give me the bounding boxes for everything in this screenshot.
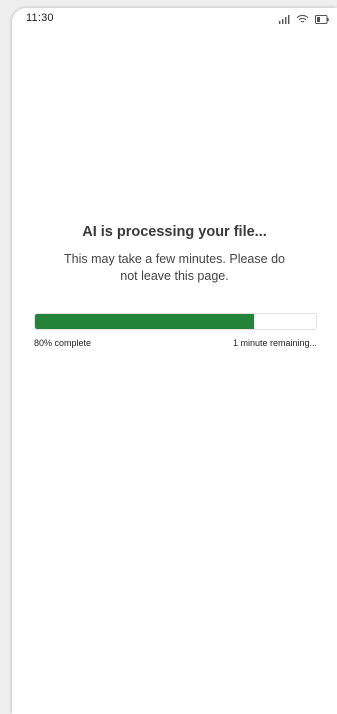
time-remaining-label: 1 minute remaining... xyxy=(232,338,317,348)
progress-bar-fill xyxy=(35,314,255,329)
progress-bar xyxy=(34,313,317,330)
processing-screen: AI is processing your file... This may t… xyxy=(12,8,337,714)
processing-title: AI is processing your file... xyxy=(82,224,267,240)
processing-subtitle: This may take a few minutes. Please do n… xyxy=(64,252,285,283)
progress-percent-label: 80% complete xyxy=(34,338,92,348)
phone-screen: 11:30 AI is processing your file... This… xyxy=(12,8,337,714)
